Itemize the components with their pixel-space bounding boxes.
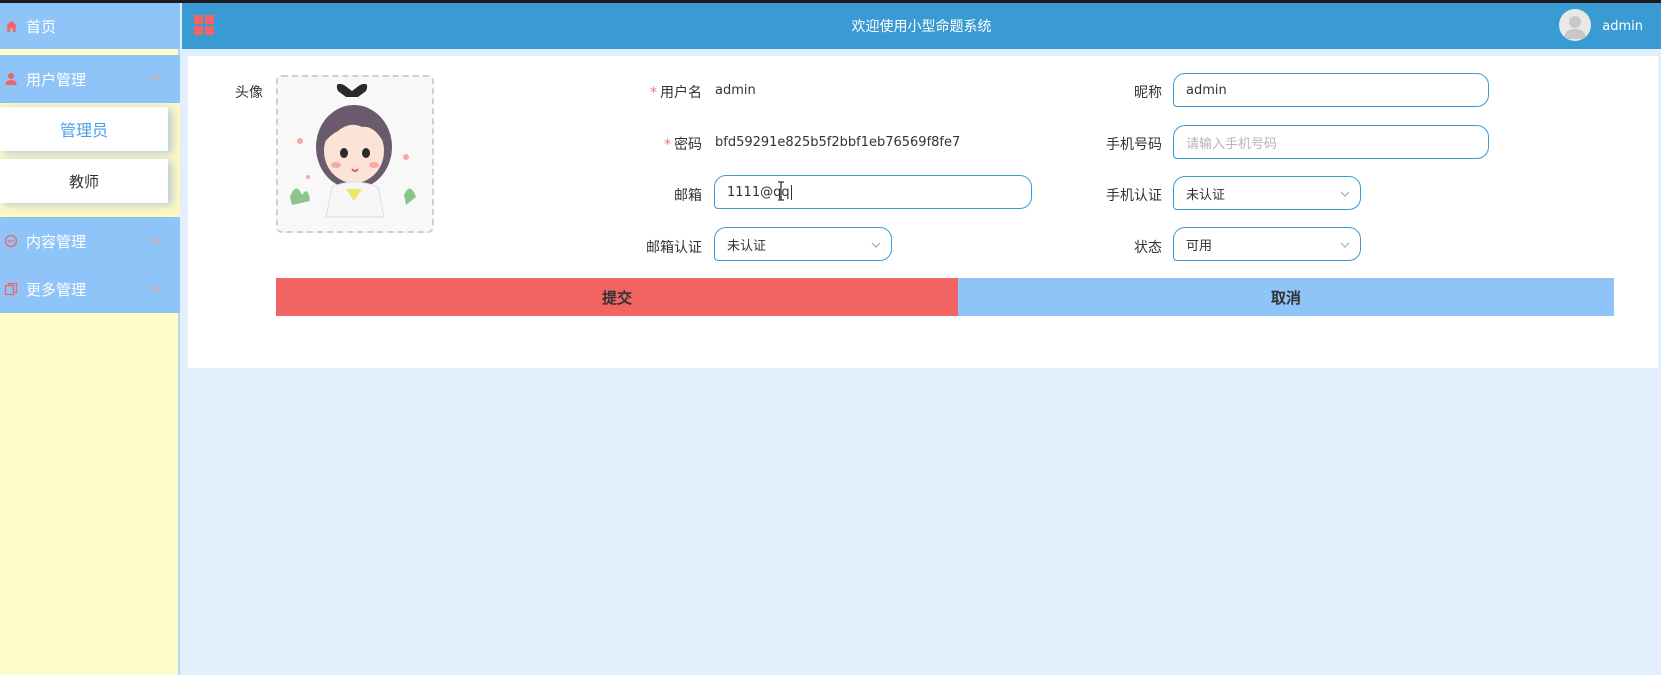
sidebar-item-content-management[interactable]: 内容管理: [0, 217, 180, 265]
phone-field[interactable]: 请输入手机号码: [1173, 125, 1489, 159]
submit-button[interactable]: 提交: [276, 278, 958, 316]
avatar-illustration-icon: [278, 77, 432, 231]
required-mark: *: [650, 85, 657, 101]
chevron-down-icon: [148, 281, 162, 295]
cancel-button[interactable]: 取消: [958, 278, 1614, 316]
phone-field-placeholder: 请输入手机号码: [1186, 136, 1278, 152]
top-header: 欢迎使用小型命题系统 admin: [182, 3, 1661, 49]
email-verify-value: 未认证: [727, 238, 767, 254]
user-edit-form: 头像 * 用户名 admin * 密码 bfd59291e825b5f2bbf1…: [188, 56, 1658, 368]
password-label-text: 密码: [674, 137, 702, 153]
sidebar-item-label: 内容管理: [26, 232, 87, 251]
page-title: 欢迎使用小型命题系统: [851, 19, 992, 35]
sidebar: 首页 用户管理 管理员 教师 内容管理 更多管理: [0, 3, 180, 675]
username-label: * 用户名: [618, 82, 702, 102]
email-field[interactable]: 1111@qq: [714, 175, 1032, 209]
status-select[interactable]: 可用: [1173, 227, 1361, 261]
sidebar-item-more-management[interactable]: 更多管理: [0, 265, 180, 313]
nickname-field-value: admin: [1186, 82, 1227, 98]
password-label: * 密码: [618, 134, 702, 154]
email-verify-label: 邮箱认证: [646, 240, 702, 256]
sidebar-item-label: 用户管理: [26, 70, 87, 89]
app-screen: 首页 用户管理 管理员 教师 内容管理 更多管理 欢迎使用小型命题系统 admi…: [0, 3, 1661, 675]
email-label: 邮箱: [674, 188, 702, 204]
username-value: admin: [715, 83, 756, 98]
copy-icon: [4, 282, 18, 296]
chevron-up-icon: [148, 71, 162, 85]
nickname-field[interactable]: admin: [1173, 73, 1489, 107]
sidebar-subitem-label: 管理员: [59, 121, 108, 140]
status-value: 可用: [1186, 238, 1213, 254]
chevron-down-icon: [1340, 239, 1350, 249]
phone-verify-select[interactable]: 未认证: [1173, 176, 1361, 210]
sidebar-subitem-teacher[interactable]: 教师: [0, 159, 168, 203]
chat-icon: [4, 234, 18, 248]
phone-label: 手机号码: [1106, 137, 1162, 153]
avatar-label: 头像: [235, 85, 263, 101]
username-label-text: 用户名: [660, 85, 702, 101]
header-username[interactable]: admin: [1602, 19, 1643, 34]
avatar-upload[interactable]: [276, 75, 434, 233]
user-icon: [4, 72, 18, 86]
email-verify-select[interactable]: 未认证: [714, 227, 892, 261]
text-caret: [790, 184, 792, 200]
home-icon: [5, 20, 18, 33]
ibeam-cursor-icon: [777, 181, 785, 201]
sidebar-item-home[interactable]: 首页: [0, 3, 180, 49]
sidebar-subitem-admin[interactable]: 管理员: [0, 107, 168, 151]
sidebar-item-user-management[interactable]: 用户管理: [0, 55, 180, 103]
nickname-label: 昵称: [1134, 85, 1162, 101]
submenu-user-management: 管理员 教师: [0, 103, 180, 217]
chevron-down-icon: [148, 233, 162, 247]
avatar[interactable]: [1559, 9, 1591, 41]
status-label: 状态: [1134, 240, 1162, 256]
sidebar-item-label: 更多管理: [26, 280, 87, 299]
required-mark: *: [664, 137, 671, 153]
phone-verify-label: 手机认证: [1106, 188, 1162, 204]
chevron-down-icon: [1340, 188, 1350, 198]
password-value: bfd59291e825b5f2bbf1eb76569f8fe7: [715, 135, 961, 150]
phone-verify-value: 未认证: [1186, 187, 1226, 203]
sidebar-item-label: 首页: [26, 17, 57, 36]
sidebar-subitem-label: 教师: [68, 172, 99, 191]
chevron-down-icon: [871, 239, 881, 249]
